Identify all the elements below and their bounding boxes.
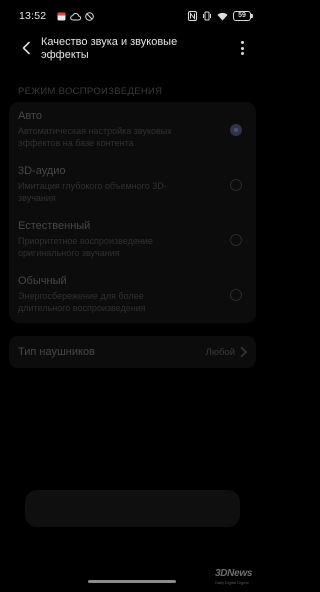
back-button[interactable] bbox=[16, 38, 36, 58]
bottom-panel bbox=[25, 490, 240, 527]
mode-option-description: Энергосбережение для более длительного в… bbox=[18, 291, 146, 313]
headphone-type-label: Тип наушников bbox=[18, 346, 95, 358]
watermark-tagline: Daily Digital Digest bbox=[215, 580, 249, 585]
status-left-icons bbox=[57, 10, 94, 22]
more-options-button[interactable] bbox=[234, 39, 250, 57]
mode-option-title: Авто bbox=[18, 110, 42, 122]
mode-option-title: Естественный bbox=[18, 220, 91, 232]
battery-icon: 59 bbox=[233, 11, 253, 21]
cloud-icon bbox=[70, 12, 81, 21]
vibrate-icon bbox=[203, 11, 211, 21]
page-title: Качество звука и звуковые эффекты bbox=[41, 36, 178, 61]
mode-option-description: Имитация глубокого объемного 3D-звучания bbox=[18, 181, 167, 203]
headphone-type-row[interactable]: Тип наушников Любой bbox=[9, 336, 256, 368]
mode-option-3d-audio[interactable]: 3D-аудио Имитация глубокого объемного 3D… bbox=[9, 157, 256, 212]
radio-button[interactable] bbox=[230, 289, 242, 301]
header: Качество звука и звуковые эффекты bbox=[0, 32, 265, 66]
battery-level: 59 bbox=[238, 12, 246, 19]
screen: 13:52 59 Качество звука и звуковые эффек… bbox=[0, 0, 265, 592]
mode-option-title: Обычный bbox=[18, 275, 67, 287]
chevron-right-icon bbox=[240, 346, 247, 358]
section-title-playback-mode: РЕЖИМ ВОСПРОИЗВЕДЕНИЯ bbox=[18, 86, 163, 97]
mode-option-description: Приоритетное воспроизведение оригинально… bbox=[18, 236, 153, 258]
watermark-logo-text: 3DNews bbox=[215, 568, 253, 579]
status-bar: 13:52 59 bbox=[0, 0, 265, 32]
playback-modes-card: Авто Автоматическая настройка звуковых э… bbox=[9, 102, 256, 323]
status-right-icons: 59 bbox=[188, 10, 253, 22]
more-vertical-icon-dot bbox=[240, 52, 244, 55]
nfc-icon bbox=[188, 11, 197, 21]
calendar-icon bbox=[57, 12, 66, 21]
radio-button[interactable] bbox=[230, 234, 242, 246]
watermark-logo: 3DNews Daily Digital Digest bbox=[215, 569, 259, 589]
mode-option-description: Автоматическая настройка звуковых эффект… bbox=[18, 126, 172, 148]
more-vertical-icon-dot bbox=[240, 41, 244, 44]
wifi-icon bbox=[217, 12, 228, 20]
back-arrow-icon bbox=[22, 41, 30, 55]
radio-button[interactable] bbox=[230, 179, 242, 191]
do-not-disturb-icon bbox=[85, 11, 94, 21]
mode-option-natural[interactable]: Естественный Приоритетное воспроизведени… bbox=[9, 212, 256, 267]
mode-option-auto[interactable]: Авто Автоматическая настройка звуковых э… bbox=[9, 102, 256, 157]
home-indicator[interactable] bbox=[88, 580, 176, 583]
radio-button-selected[interactable] bbox=[230, 124, 242, 136]
mode-option-normal[interactable]: Обычный Энергосбережение для более длите… bbox=[9, 267, 256, 322]
headphone-type-value: Любой bbox=[205, 347, 235, 358]
status-time: 13:52 bbox=[19, 10, 47, 22]
more-vertical-icon-dot bbox=[240, 46, 244, 50]
mode-option-title: 3D-аудио bbox=[18, 165, 66, 177]
